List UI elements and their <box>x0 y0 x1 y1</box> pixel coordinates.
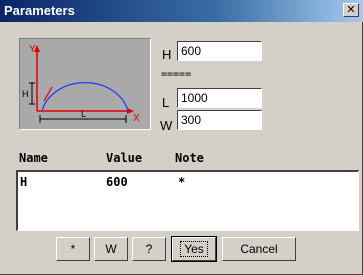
x-axis-label: X <box>133 113 140 124</box>
separator-text: ===== <box>161 69 192 80</box>
help-button[interactable]: ? <box>132 237 166 261</box>
help-button-label: ? <box>145 242 153 256</box>
w-field-label: W <box>160 118 173 133</box>
dialog-title: Parameters <box>4 3 75 18</box>
title-bar[interactable]: Parameters ✕ <box>0 0 363 22</box>
row-name-cell: H <box>20 175 28 189</box>
close-icon[interactable]: ✕ <box>343 3 359 17</box>
cancel-button-label: Cancel <box>240 242 278 256</box>
w-button[interactable]: W <box>94 237 128 261</box>
diagram-svg: Y X H L <box>22 44 140 124</box>
row-value-cell: 600 <box>106 175 128 189</box>
column-header-name: Name <box>19 151 48 165</box>
row-note-cell: * <box>178 175 186 189</box>
y-axis-label: Y <box>29 44 36 55</box>
parameters-list[interactable]: H 600 * <box>16 170 359 231</box>
cancel-button[interactable]: Cancel <box>222 237 296 261</box>
arc-shape <box>41 81 129 112</box>
h-input[interactable]: 600 <box>177 41 262 61</box>
w-button-label: W <box>105 242 117 256</box>
yes-button-label: Yes <box>180 241 208 257</box>
l-field-label: L <box>162 95 170 110</box>
column-header-note: Note <box>175 151 204 165</box>
star-button[interactable]: * <box>56 237 90 261</box>
star-button-label: * <box>70 242 76 256</box>
yes-button[interactable]: Yes <box>171 236 217 262</box>
h-dimension-label: H <box>22 89 29 99</box>
parameters-dialog: Parameters ✕ Y X H L H 600 ===== L 1000 … <box>0 0 363 275</box>
h-field-label: H <box>162 47 172 62</box>
l-dimension-label: L <box>81 109 86 119</box>
shape-diagram: Y X H L <box>19 38 151 130</box>
column-header-value: Value <box>106 151 143 165</box>
w-input[interactable]: 300 <box>177 110 262 130</box>
l-input[interactable]: 1000 <box>177 88 262 108</box>
